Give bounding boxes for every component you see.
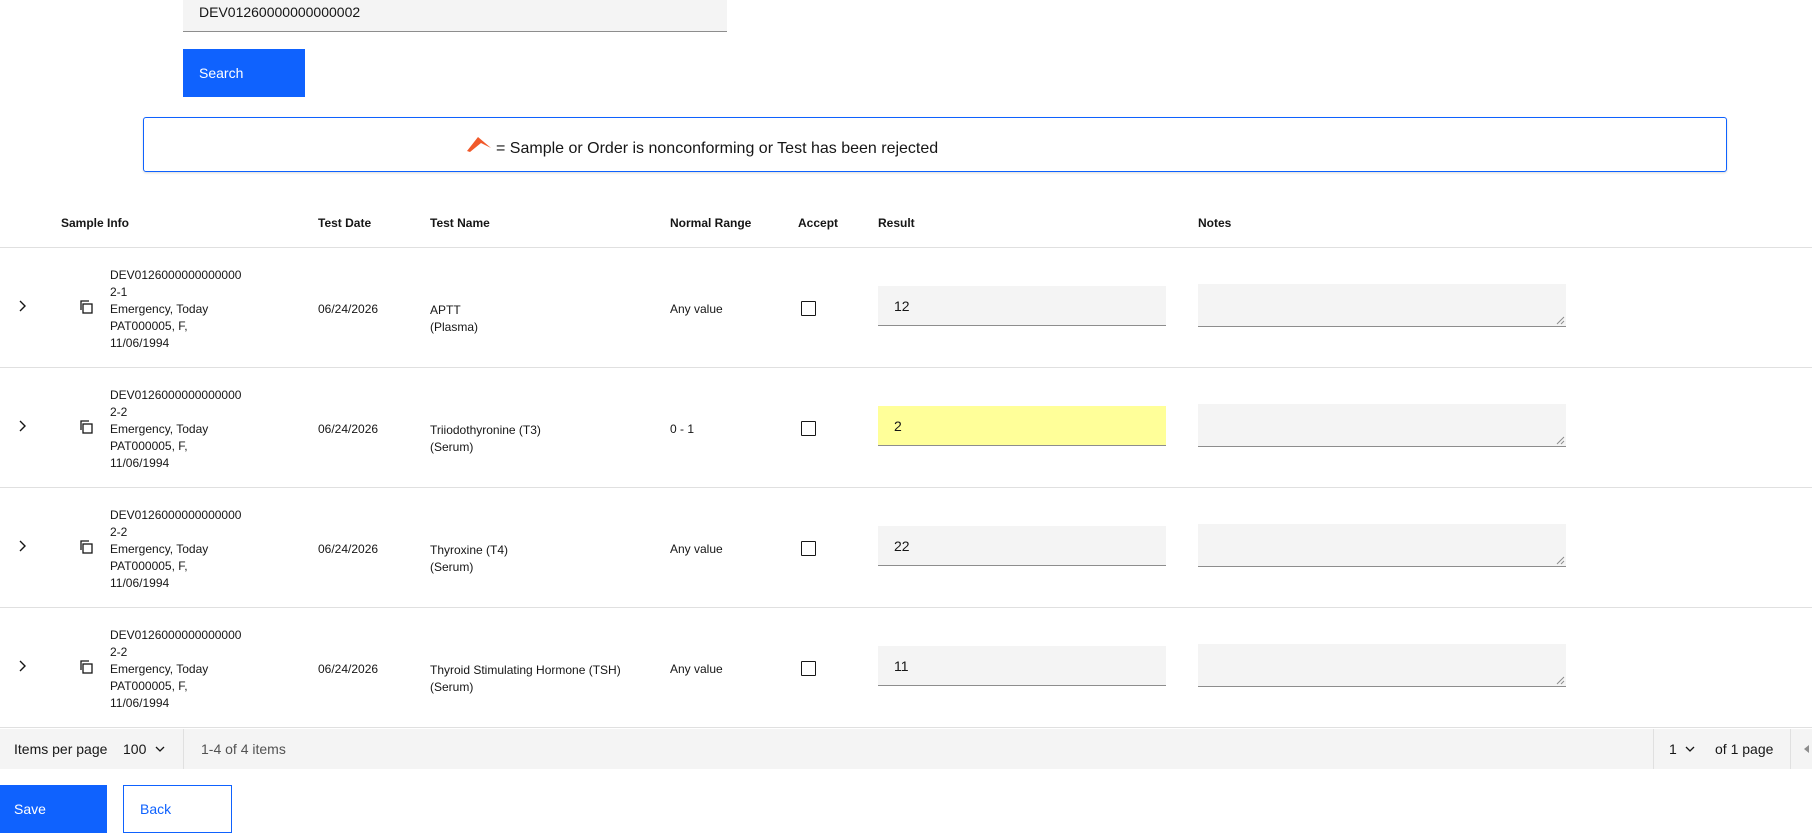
accession-number: DEV0126000000000000 [110, 508, 242, 522]
pagination-bar: Items per page 100 1-4 of 4 items 1 of 1… [0, 729, 1812, 769]
resize-handle-icon[interactable] [1556, 556, 1565, 565]
normal-range: Any value [670, 542, 723, 556]
total-pages-text: of 1 page [1715, 741, 1774, 757]
accession-number: DEV0126000000000000 [110, 268, 242, 282]
resize-handle-icon[interactable] [1556, 316, 1565, 325]
accept-checkbox[interactable] [801, 301, 816, 316]
chevron-down-icon[interactable] [154, 743, 166, 755]
divider [1790, 729, 1791, 769]
sample-info: DEV0126000000000000 2-2 Emergency, Today… [110, 507, 241, 592]
table-row: DEV0126000000000000 2-1 Emergency, Today… [0, 248, 1812, 368]
accept-checkbox[interactable] [801, 661, 816, 676]
result-input-abnormal[interactable]: 2 [878, 406, 1166, 446]
search-button[interactable]: Search [183, 49, 305, 97]
chevron-right-icon[interactable] [14, 418, 30, 434]
back-button[interactable]: Back [123, 785, 232, 833]
divider [183, 729, 184, 769]
header-test-date: Test Date [318, 216, 372, 230]
result-input[interactable]: 22 [878, 526, 1166, 566]
test-name-label: Thyroid Stimulating Hormone (TSH) [430, 663, 621, 677]
test-name: Thyroxine (T4) (Serum) [430, 542, 508, 576]
accession-suffix: 2-2 [110, 645, 128, 659]
nonconforming-flag-icon [467, 137, 491, 152]
resize-handle-icon[interactable] [1556, 436, 1565, 445]
table-row: DEV0126000000000000 2-2 Emergency, Today… [0, 608, 1812, 728]
accession-number: DEV0126000000000000 [110, 628, 242, 642]
patient-id: PAT000005, F, [110, 439, 188, 453]
patient-id: PAT000005, F, [110, 559, 188, 573]
page-number-select[interactable]: 1 [1669, 741, 1677, 757]
patient-id: PAT000005, F, [110, 319, 188, 333]
item-range-text: 1-4 of 4 items [201, 741, 286, 757]
notes-textarea[interactable] [1198, 524, 1566, 567]
header-accept: Accept [798, 216, 839, 230]
test-name: Triiodothyronine (T3) (Serum) [430, 422, 541, 456]
sample-type: (Plasma) [430, 320, 479, 334]
divider [1653, 729, 1654, 769]
normal-range: Any value [670, 302, 723, 316]
copy-icon[interactable] [78, 419, 94, 435]
priority: Emergency, Today [110, 302, 209, 316]
items-per-page-select[interactable]: 100 [123, 741, 146, 757]
copy-icon[interactable] [78, 539, 94, 555]
test-date: 06/24/2026 [318, 422, 379, 436]
sample-type: (Serum) [430, 440, 474, 454]
birth-date: 11/06/1994 [110, 456, 170, 470]
header-test-name: Test Name [430, 216, 490, 230]
normal-range: Any value [670, 662, 723, 676]
sample-info: DEV0126000000000000 2-2 Emergency, Today… [110, 627, 241, 712]
sample-type: (Serum) [430, 560, 474, 574]
test-name: Thyroid Stimulating Hormone (TSH) (Serum… [430, 662, 621, 696]
test-date: 06/24/2026 [318, 542, 379, 556]
legend-text: = Sample or Order is nonconforming or Te… [496, 140, 939, 157]
notes-textarea[interactable] [1198, 644, 1566, 687]
test-name-label: APTT [430, 303, 461, 317]
copy-icon[interactable] [78, 299, 94, 315]
patient-id: PAT000005, F, [110, 679, 188, 693]
accession-number: DEV0126000000000000 [110, 388, 242, 402]
notes-textarea[interactable] [1198, 284, 1566, 327]
birth-date: 11/06/1994 [110, 336, 170, 350]
accession-suffix: 2-2 [110, 405, 128, 419]
table-row: DEV0126000000000000 2-2 Emergency, Today… [0, 368, 1812, 488]
priority: Emergency, Today [110, 422, 209, 436]
nonconforming-legend: = Sample or Order is nonconforming or Te… [143, 117, 1727, 172]
chevron-right-icon[interactable] [14, 298, 30, 314]
birth-date: 11/06/1994 [110, 696, 170, 710]
header-notes: Notes [1198, 216, 1232, 230]
normal-range: 0 - 1 [670, 422, 695, 436]
chevron-down-icon[interactable] [1684, 743, 1696, 755]
priority: Emergency, Today [110, 662, 209, 676]
header-normal-range: Normal Range [670, 216, 752, 230]
test-name-label: Triiodothyronine (T3) [430, 423, 541, 437]
test-date: 06/24/2026 [318, 302, 379, 316]
accession-search-input[interactable]: DEV01260000000000002 [183, 0, 727, 32]
notes-textarea[interactable] [1198, 404, 1566, 447]
copy-icon[interactable] [78, 659, 94, 675]
header-result: Result [878, 216, 915, 230]
chevron-right-icon[interactable] [14, 658, 30, 674]
birth-date: 11/06/1994 [110, 576, 170, 590]
result-input[interactable]: 11 [878, 646, 1166, 686]
header-sample-info: Sample Info [61, 216, 130, 230]
test-name: APTT (Plasma) [430, 302, 478, 336]
resize-handle-icon[interactable] [1556, 676, 1565, 685]
priority: Emergency, Today [110, 542, 209, 556]
table-row: DEV0126000000000000 2-2 Emergency, Today… [0, 488, 1812, 608]
caret-left-icon[interactable] [1800, 743, 1812, 755]
sample-info: DEV0126000000000000 2-2 Emergency, Today… [110, 387, 241, 472]
items-per-page-label: Items per page [14, 741, 108, 757]
accept-checkbox[interactable] [801, 421, 816, 436]
accession-suffix: 2-2 [110, 525, 128, 539]
accession-suffix: 2-1 [110, 285, 128, 299]
save-button[interactable]: Save [0, 785, 107, 833]
chevron-right-icon[interactable] [14, 538, 30, 554]
accept-checkbox[interactable] [801, 541, 816, 556]
result-input[interactable]: 12 [878, 286, 1166, 326]
test-name-label: Thyroxine (T4) [430, 543, 509, 557]
sample-info: DEV0126000000000000 2-1 Emergency, Today… [110, 267, 241, 352]
sample-type: (Serum) [430, 680, 474, 694]
test-date: 06/24/2026 [318, 662, 379, 676]
